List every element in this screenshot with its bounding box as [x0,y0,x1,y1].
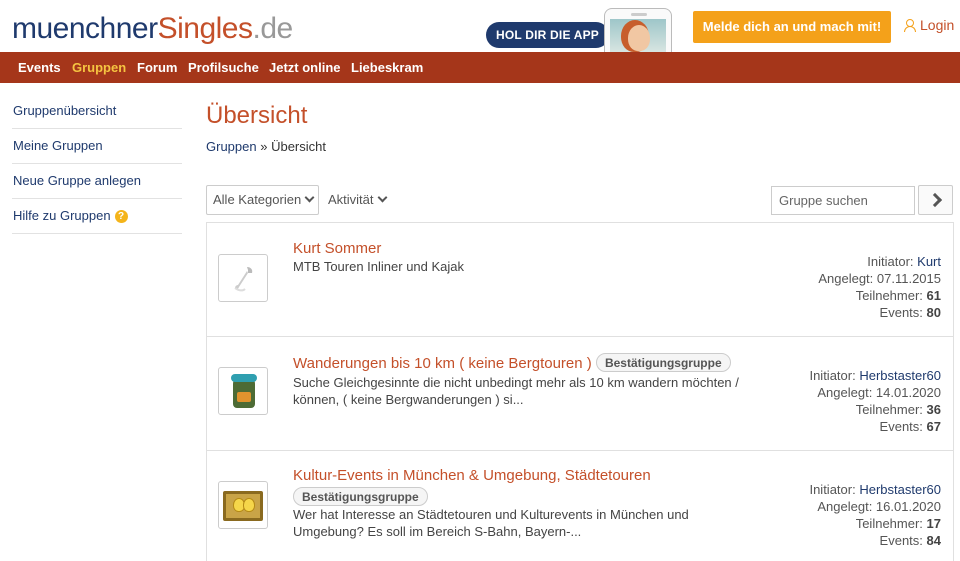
backpack-top [231,374,257,382]
breadcrumb-current: Übersicht [271,139,326,154]
members-label: Teilnehmer: [855,402,923,417]
activity-label: Aktivität [328,192,374,207]
events-label: Events: [879,533,923,548]
login-label: Login [920,17,955,33]
phone-app-image[interactable] [604,8,672,52]
events-count: 67 [926,419,941,434]
sidebar-item-label: Gruppenübersicht [13,103,117,118]
group-meta: Initiator: Herbstaster60 Angelegt: 16.01… [809,481,941,549]
events-label: Events: [879,305,923,320]
search-submit-button[interactable] [918,185,953,215]
sidebar-item-label: Meine Gruppen [13,138,103,153]
sidebar-item-hilfe[interactable]: Hilfe zu Gruppen? [12,199,182,234]
initiator-row: Initiator: Herbstaster60 [809,481,941,498]
sidebar-item-neue-gruppe[interactable]: Neue Gruppe anlegen [12,164,182,199]
events-row: Events: 67 [809,418,941,435]
page-title: Übersicht [206,102,308,129]
group-name-link[interactable]: Kultur-Events in München & Umgebung, Stä… [293,467,651,484]
help-icon: ? [114,210,128,223]
created-date: Angelegt: 16.01.2020 [817,499,941,514]
nav-item-jetzt-online[interactable]: Jetzt online [269,52,341,83]
login-link[interactable]: Login [904,17,954,33]
events-count: 84 [926,533,941,548]
initiator-label: Initiator: [867,254,914,269]
woman-photo [628,25,650,51]
group-thumbnail[interactable] [218,481,268,529]
initiator-link[interactable]: Herbstaster60 [859,368,941,383]
group-description: MTB Touren Inliner und Kajak [293,259,465,274]
confirmation-group-badge: Bestätigungsgruppe [293,487,428,506]
initiator-link[interactable]: Herbstaster60 [859,482,941,497]
nav-item-liebeskram[interactable]: Liebeskram [351,52,423,83]
group-name-link[interactable]: Kurt Sommer [293,240,381,257]
sidebar-item-label: Hilfe zu Gruppen [13,208,111,223]
logo-part-domain: .de [252,12,294,45]
initiator-row: Initiator: Herbstaster60 [809,367,941,384]
members-count: 61 [926,288,941,303]
sidebar-item-label: Neue Gruppe anlegen [13,173,141,188]
group-list: Kurt Sommer MTB Touren Inliner und Kajak… [206,222,954,561]
app-download-badge[interactable]: HOL DIR DIE APP [486,22,618,48]
nav-item-gruppen[interactable]: Gruppen [72,52,126,83]
group-meta: Initiator: Kurt Angelegt: 07.11.2015 Tei… [818,253,941,321]
initiator-link[interactable]: Kurt [917,254,941,269]
initiator-row: Initiator: Kurt [818,253,941,270]
sidebar: Gruppenübersicht Meine Gruppen Neue Grup… [12,94,182,234]
chevron-down-icon [377,192,387,203]
group-search-input[interactable] [771,186,915,215]
members-count: 36 [926,402,941,417]
signup-cta-button[interactable]: Melde dich an und mach mit! [693,11,891,43]
created-date: Angelegt: 14.01.2020 [817,385,941,400]
site-logo[interactable]: muenchnerSingles.de [12,12,293,46]
group-name-row: Wanderungen bis 10 km ( keine Bergtouren… [293,353,731,372]
chevron-right-icon [927,192,943,208]
group-description: Wer hat Interesse an Städtetouren und Ku… [293,507,689,539]
group-badge-row: Bestätigungsgruppe [293,487,428,506]
group-meta: Initiator: Herbstaster60 Angelegt: 14.01… [809,367,941,435]
group-thumbnail[interactable] [218,367,268,415]
group-card[interactable]: Kurt Sommer MTB Touren Inliner und Kajak… [207,223,953,337]
members-row: Teilnehmer: 61 [818,287,941,304]
sidebar-item-gruppenuebersicht[interactable]: Gruppenübersicht [12,94,182,129]
phone-screen [610,19,666,52]
breadcrumb: Gruppen » Übersicht [206,139,326,154]
breadcrumb-separator: » [260,139,268,154]
activity-sort-dropdown[interactable]: Aktivität [328,192,387,207]
sidebar-item-meine-gruppen[interactable]: Meine Gruppen [12,129,182,164]
category-select-value: Alle Kategorien [213,192,302,207]
group-name-link[interactable]: Wanderungen bis 10 km ( keine Bergtouren… [293,355,592,372]
events-count: 80 [926,305,941,320]
nav-item-profilsuche[interactable]: Profilsuche [188,52,259,83]
group-card[interactable]: Wanderungen bis 10 km ( keine Bergtouren… [207,337,953,451]
nav-item-events[interactable]: Events [18,52,61,83]
members-label: Teilnehmer: [855,516,923,531]
group-thumbnail[interactable] [218,254,268,302]
events-row: Events: 84 [809,532,941,549]
phone-speaker [631,13,647,16]
logo-part-muenchner: muenchner [12,12,158,45]
members-row: Teilnehmer: 36 [809,401,941,418]
category-select[interactable]: Alle Kategorien [206,185,319,215]
group-description: Suche Gleichgesinnte die nicht unbedingt… [293,375,739,407]
backpack-pocket [237,392,251,402]
events-row: Events: 80 [818,304,941,321]
members-count: 17 [926,516,941,531]
logo-part-singles: Singles [157,12,253,45]
events-label: Events: [879,419,923,434]
nav-item-forum[interactable]: Forum [137,52,177,83]
initiator-label: Initiator: [809,482,856,497]
members-row: Teilnehmer: 17 [809,515,941,532]
members-label: Teilnehmer: [855,288,923,303]
initiator-label: Initiator: [809,368,856,383]
main-nav: Events Gruppen Forum Profilsuche Jetzt o… [0,52,960,83]
group-card[interactable]: Kultur-Events in München & Umgebung, Stä… [207,451,953,561]
wrench-icon [234,267,253,292]
chevron-down-icon [304,192,315,203]
user-icon [904,19,916,32]
confirmation-group-badge: Bestätigungsgruppe [595,353,731,372]
breadcrumb-link-gruppen[interactable]: Gruppen [206,139,257,154]
theater-mask-second [243,498,255,512]
created-date: Angelegt: 07.11.2015 [818,271,941,286]
site-header: muenchnerSingles.de HOL DIR DIE APP Meld… [0,0,960,52]
